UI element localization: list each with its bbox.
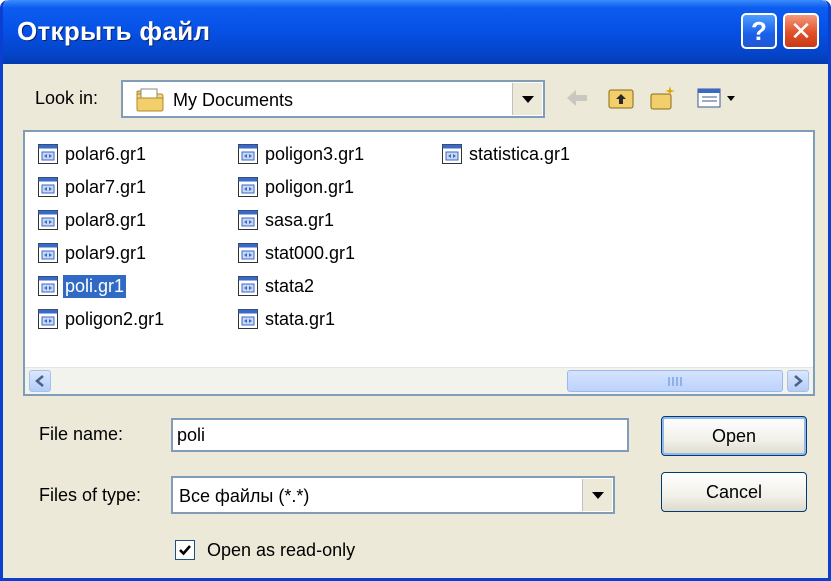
document-icon [38, 243, 58, 263]
title-bar[interactable]: Открыть файл ? ✕ [3, 0, 828, 64]
file-item[interactable]: statistica.gr1 [441, 140, 572, 168]
checkmark-icon [179, 545, 191, 556]
file-name: poligon.gr1 [265, 176, 355, 197]
file-name: sasa.gr1 [265, 209, 335, 230]
filename-label: File name: [39, 424, 124, 444]
filetype-value: Все файлы (*.*) [179, 486, 310, 506]
help-button[interactable]: ? [741, 13, 777, 49]
chevron-right-icon [794, 375, 803, 387]
file-name: polar7.gr1 [65, 176, 147, 197]
file-item[interactable]: sasa.gr1 [237, 206, 336, 234]
open-file-dialog: Открыть файл ? ✕ Look in: My Documents p… [0, 0, 831, 581]
file-item[interactable]: polar7.gr1 [37, 173, 148, 201]
file-name: poli.gr1 [63, 274, 127, 298]
readonly-checkbox[interactable] [175, 540, 195, 560]
scroll-right-button[interactable] [787, 370, 809, 392]
close-icon: ✕ [790, 15, 812, 46]
document-icon [442, 144, 462, 164]
document-icon [238, 144, 258, 164]
document-icon [238, 177, 258, 197]
file-item[interactable]: poligon2.gr1 [37, 305, 166, 333]
open-button[interactable]: Open [661, 416, 807, 456]
folder-icon [136, 88, 164, 112]
file-item[interactable]: poli.gr1 [37, 272, 127, 300]
file-item[interactable]: polar8.gr1 [37, 206, 148, 234]
document-icon [238, 243, 258, 263]
grip-icon [668, 377, 682, 386]
file-item[interactable]: polar6.gr1 [37, 140, 148, 168]
file-list[interactable]: polar6.gr1 polar7.gr1 polar8.gr1 polar9.gr1… [23, 130, 815, 396]
file-name: poligon3.gr1 [265, 143, 365, 164]
chevron-down-icon[interactable] [582, 479, 612, 511]
window-title: Открыть файл [17, 16, 211, 46]
file-item[interactable]: poligon.gr1 [237, 173, 356, 201]
chevron-down-icon[interactable] [512, 83, 542, 115]
file-item[interactable]: poligon3.gr1 [237, 140, 366, 168]
horizontal-scrollbar[interactable] [25, 367, 813, 394]
close-button[interactable]: ✕ [783, 13, 819, 49]
file-item[interactable]: polar9.gr1 [37, 239, 148, 267]
file-item[interactable]: stata.gr1 [237, 305, 337, 333]
file-item[interactable]: stat000.gr1 [237, 239, 357, 267]
document-icon [38, 276, 58, 296]
scrollbar-thumb[interactable] [567, 370, 783, 392]
document-icon [38, 309, 58, 329]
readonly-label: Open as read-only [207, 540, 356, 560]
help-icon: ? [751, 15, 767, 46]
document-icon [38, 177, 58, 197]
document-icon [38, 144, 58, 164]
chevron-left-icon [35, 375, 44, 387]
back-arrow-icon[interactable] [563, 84, 591, 112]
file-item[interactable]: stata2 [237, 272, 316, 300]
file-name: polar8.gr1 [65, 209, 147, 230]
filetype-dropdown[interactable]: Все файлы (*.*) [171, 476, 615, 514]
up-folder-icon[interactable] [607, 84, 635, 112]
file-name: stata2 [265, 275, 315, 296]
scroll-left-button[interactable] [29, 370, 51, 392]
file-name: polar6.gr1 [65, 143, 147, 164]
lookin-value: My Documents [173, 90, 294, 110]
document-icon [238, 309, 258, 329]
cancel-button[interactable]: Cancel [661, 472, 807, 512]
document-icon [38, 210, 58, 230]
file-name: poligon2.gr1 [65, 308, 165, 329]
document-icon [238, 276, 258, 296]
view-menu-icon[interactable] [695, 84, 739, 112]
lookin-label: Look in: [35, 88, 99, 108]
file-name: polar9.gr1 [65, 242, 147, 263]
file-name: stata.gr1 [265, 308, 336, 329]
document-icon [238, 210, 258, 230]
lookin-dropdown[interactable]: My Documents [121, 80, 545, 118]
file-name: statistica.gr1 [469, 143, 571, 164]
filename-input[interactable] [171, 418, 629, 452]
new-folder-icon[interactable] [649, 84, 677, 112]
filetype-label: Files of type: [39, 485, 142, 505]
file-name: stat000.gr1 [265, 242, 356, 263]
